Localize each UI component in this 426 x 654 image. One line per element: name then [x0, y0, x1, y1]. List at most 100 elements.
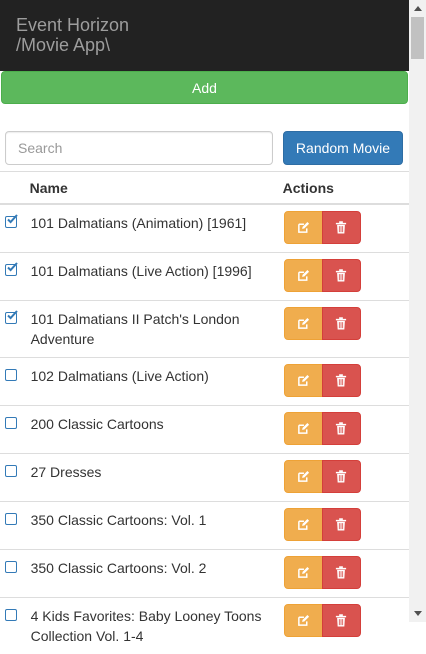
column-header-actions: Actions — [283, 172, 409, 205]
edit-button[interactable] — [284, 412, 323, 445]
watched-checkbox[interactable] — [5, 417, 17, 429]
row-actions — [283, 598, 409, 654]
delete-button[interactable] — [322, 211, 361, 244]
delete-button[interactable] — [322, 556, 361, 589]
movie-title: 101 Dalmatians (Animation) [1961] — [30, 204, 283, 253]
edit-button[interactable] — [284, 556, 323, 589]
row-actions — [283, 301, 409, 358]
table-header-row: Name Actions — [0, 172, 409, 205]
row-actions — [283, 502, 409, 550]
header-check-cell — [0, 172, 30, 205]
table-row: 4 Kids Favorites: Baby Looney Toons Coll… — [0, 598, 409, 654]
delete-button[interactable] — [322, 460, 361, 493]
table-row: 101 Dalmatians II Patch's London Adventu… — [0, 301, 409, 358]
movie-title: 350 Classic Cartoons: Vol. 1 — [30, 502, 283, 550]
edit-button[interactable] — [284, 259, 323, 292]
watched-checkbox[interactable] — [5, 264, 17, 276]
movie-title: 4 Kids Favorites: Baby Looney Toons Coll… — [30, 598, 283, 654]
edit-icon — [297, 422, 310, 435]
trash-icon — [335, 374, 347, 387]
table-row: 101 Dalmatians (Animation) [1961] — [0, 204, 409, 253]
action-button-group — [284, 604, 408, 637]
scroll-down-arrow-icon[interactable] — [409, 605, 426, 622]
row-check-cell — [0, 301, 30, 358]
action-button-group — [284, 508, 408, 541]
action-button-group — [284, 460, 408, 493]
action-button-group — [284, 556, 408, 589]
trash-icon — [335, 614, 347, 627]
trash-icon — [335, 221, 347, 234]
table-row: 101 Dalmatians (Live Action) [1996] — [0, 253, 409, 301]
table-row: 350 Classic Cartoons: Vol. 2 — [0, 550, 409, 598]
edit-icon — [297, 317, 310, 330]
trash-icon — [335, 566, 347, 579]
action-button-group — [284, 259, 408, 292]
scrollbar-thumb[interactable] — [411, 17, 424, 59]
row-check-cell — [0, 358, 30, 406]
table-body: 101 Dalmatians (Animation) [1961] — [0, 204, 409, 654]
edit-icon — [297, 566, 310, 579]
row-check-cell — [0, 502, 30, 550]
delete-button[interactable] — [322, 412, 361, 445]
edit-button[interactable] — [284, 211, 323, 244]
edit-icon — [297, 518, 310, 531]
action-button-group — [284, 211, 408, 244]
movie-title: 101 Dalmatians (Live Action) [1996] — [30, 253, 283, 301]
trash-icon — [335, 470, 347, 483]
row-actions — [283, 253, 409, 301]
action-button-group — [284, 412, 408, 445]
row-check-cell — [0, 598, 30, 654]
delete-button[interactable] — [322, 307, 361, 340]
trash-icon — [335, 317, 347, 330]
navbar-brand[interactable]: Event Horizon /Movie App\ — [16, 15, 129, 55]
trash-icon — [335, 269, 347, 282]
row-check-cell — [0, 550, 30, 598]
row-actions — [283, 204, 409, 253]
edit-button[interactable] — [284, 307, 323, 340]
row-check-cell — [0, 406, 30, 454]
trash-icon — [335, 518, 347, 531]
edit-icon — [297, 269, 310, 282]
checkmark-icon — [5, 309, 18, 322]
edit-icon — [297, 374, 310, 387]
scroll-up-arrow-icon[interactable] — [409, 0, 426, 17]
movie-title: 101 Dalmatians II Patch's London Adventu… — [30, 301, 283, 358]
watched-checkbox[interactable] — [5, 465, 17, 477]
delete-button[interactable] — [322, 508, 361, 541]
movie-title: 350 Classic Cartoons: Vol. 2 — [30, 550, 283, 598]
action-button-group — [284, 364, 408, 397]
watched-checkbox[interactable] — [5, 216, 17, 228]
watched-checkbox[interactable] — [5, 312, 17, 324]
watched-checkbox[interactable] — [5, 609, 17, 621]
add-button[interactable]: Add — [1, 71, 408, 104]
row-actions — [283, 406, 409, 454]
edit-icon — [297, 470, 310, 483]
edit-button[interactable] — [284, 460, 323, 493]
row-check-cell — [0, 253, 30, 301]
row-actions — [283, 550, 409, 598]
row-actions — [283, 358, 409, 406]
table-row: 350 Classic Cartoons: Vol. 1 — [0, 502, 409, 550]
checkmark-icon — [5, 261, 18, 274]
edit-button[interactable] — [284, 364, 323, 397]
row-actions — [283, 454, 409, 502]
search-input[interactable] — [5, 131, 273, 165]
vertical-scrollbar[interactable] — [409, 0, 426, 622]
table-row: 102 Dalmatians (Live Action) — [0, 358, 409, 406]
action-button-group — [284, 307, 408, 340]
movie-title: 27 Dresses — [30, 454, 283, 502]
row-check-cell — [0, 454, 30, 502]
delete-button[interactable] — [322, 259, 361, 292]
watched-checkbox[interactable] — [5, 513, 17, 525]
edit-button[interactable] — [284, 508, 323, 541]
watched-checkbox[interactable] — [5, 561, 17, 573]
delete-button[interactable] — [322, 364, 361, 397]
movie-app: Event Horizon /Movie App\ Add Random Mov… — [0, 0, 409, 622]
delete-button[interactable] — [322, 604, 361, 637]
checkmark-icon — [5, 213, 18, 226]
watched-checkbox[interactable] — [5, 369, 17, 381]
random-movie-button[interactable]: Random Movie — [283, 131, 403, 165]
table-row: 200 Classic Cartoons — [0, 406, 409, 454]
edit-button[interactable] — [284, 604, 323, 637]
navbar: Event Horizon /Movie App\ — [0, 0, 409, 71]
